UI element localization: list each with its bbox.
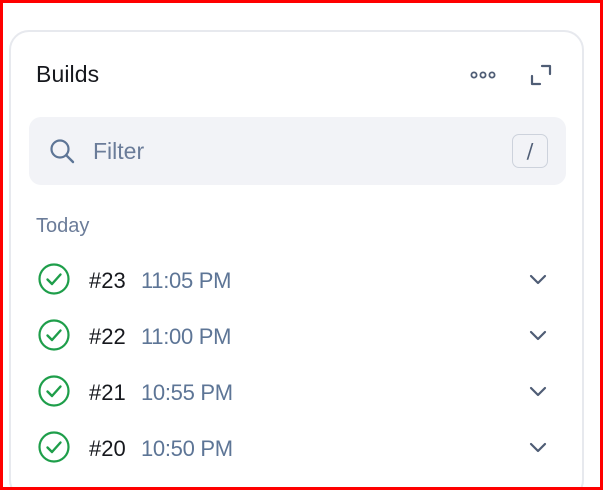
- expand-button[interactable]: [526, 60, 556, 90]
- filter-shortcut-key: /: [512, 134, 548, 168]
- filter-input[interactable]: [93, 134, 483, 168]
- chevron-down-icon[interactable]: [525, 266, 551, 292]
- build-number: #20: [89, 436, 126, 461]
- section-label-today: Today: [36, 215, 90, 237]
- build-time: 10:50 PM: [141, 436, 233, 461]
- build-row[interactable]: #23 11:05 PM: [29, 250, 566, 306]
- build-row[interactable]: #21 10:55 PM: [29, 362, 566, 418]
- build-time: 10:55 PM: [141, 380, 233, 405]
- success-check-icon: [38, 263, 70, 295]
- chevron-down-icon[interactable]: [525, 378, 551, 404]
- build-row[interactable]: #20 10:50 PM: [29, 418, 566, 474]
- panel-title: Builds: [36, 61, 100, 87]
- build-number: #21: [89, 380, 126, 405]
- more-horizontal-icon: [470, 71, 496, 79]
- chevron-down-icon[interactable]: [525, 434, 551, 460]
- builds-panel: Builds / Today: [9, 30, 584, 487]
- build-time: 11:00 PM: [141, 324, 232, 349]
- build-number: #22: [89, 324, 126, 349]
- more-options-button[interactable]: [468, 60, 498, 90]
- builds-list: #23 11:05 PM #22 11:00 PM #21 10:55 PM #…: [29, 250, 566, 474]
- success-check-icon: [38, 431, 70, 463]
- window-frame: Builds / Today: [0, 0, 603, 490]
- success-check-icon: [38, 375, 70, 407]
- expand-icon: [530, 64, 552, 86]
- build-row[interactable]: #22 11:00 PM: [29, 306, 566, 362]
- search-icon: [50, 139, 75, 164]
- filter-bar: /: [29, 117, 566, 185]
- build-number: #23: [89, 268, 126, 293]
- chevron-down-icon[interactable]: [525, 322, 551, 348]
- build-time: 11:05 PM: [141, 268, 232, 293]
- success-check-icon: [38, 319, 70, 351]
